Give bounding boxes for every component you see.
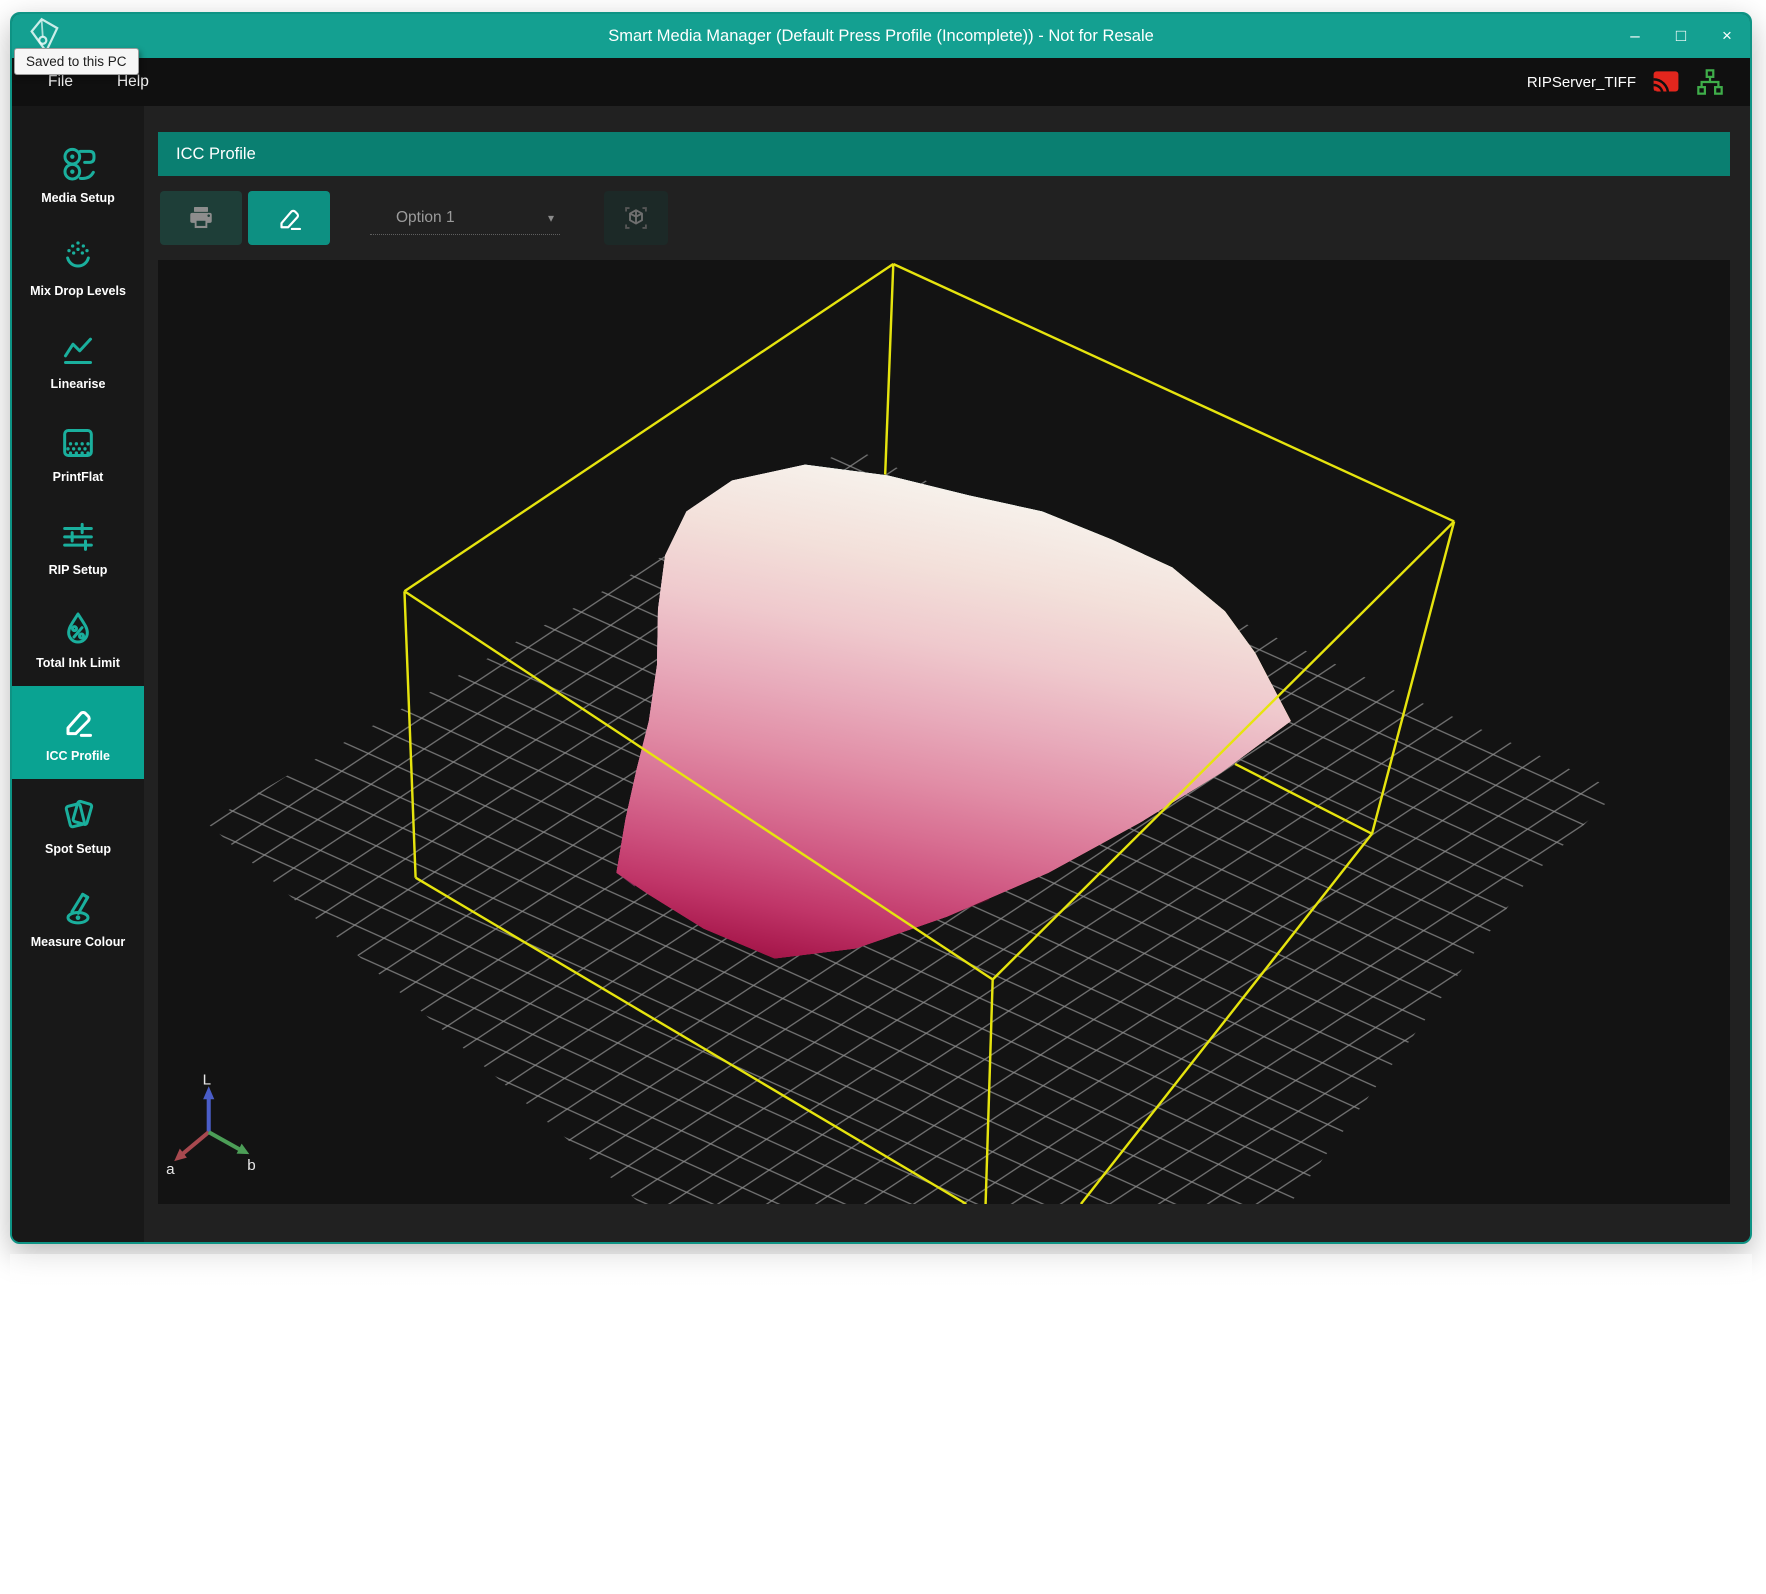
lab-cube-wireframe — [403, 1573, 1455, 1592]
media-setup-icon — [58, 144, 98, 184]
sidebar-item-rip-setup[interactable]: RIP Setup — [12, 500, 144, 593]
toolbar: Option 1 ▾ — [158, 190, 1730, 246]
main-area: Media Setup Mix Drop Levels — [10, 1535, 1752, 1592]
edit-profile-button[interactable] — [248, 191, 330, 245]
view-3d-button[interactable] — [604, 191, 668, 245]
sidebar-item-label: Spot Setup — [45, 842, 111, 856]
printer-icon — [187, 204, 215, 232]
menu-file[interactable]: File — [48, 73, 73, 91]
scene-background — [156, 1573, 1732, 1592]
printflat-icon — [58, 423, 98, 463]
gamut-3d-scene: L a b — [156, 1573, 1732, 1592]
axis-label-a: a — [166, 1161, 175, 1178]
spot-setup-icon — [58, 795, 98, 835]
sidebar-item-icc-profile[interactable]: ICC Profile — [12, 686, 144, 779]
saved-to-pc-tooltip: Saved to this PC — [14, 48, 139, 75]
sidebar-item-label: Total Ink Limit — [36, 656, 120, 670]
panel-header: ICC Profile — [158, 132, 1730, 176]
measure-colour-icon — [56, 1572, 96, 1592]
cast-icon[interactable] — [1651, 69, 1681, 95]
sidebar-item-label: Measure Colour — [29, 1551, 123, 1565]
sidebar-item-total-ink-limit[interactable]: Total Ink Limit — [12, 593, 144, 686]
window-title: Smart Media Manager (Default Press Profi… — [12, 27, 1750, 46]
sidebar-item-label: ICC Profile — [46, 749, 110, 763]
titlebar: Smart Media Manager (Default Press Profi… — [12, 14, 1750, 58]
gamut-3d-viewport: L a b — [156, 1573, 1732, 1592]
linearise-icon — [58, 330, 98, 370]
main-area: Media Setup Mix Drop Levels — [12, 106, 1750, 1242]
network-icon[interactable] — [1696, 68, 1724, 96]
icc-profile-icon — [58, 702, 98, 742]
total-ink-limit-icon — [58, 609, 98, 649]
mix-drop-levels-icon — [58, 237, 98, 277]
profile-option-select[interactable]: Option 1 ▾ — [370, 201, 560, 235]
sidebar-item-media-setup[interactable]: Media Setup — [12, 128, 144, 221]
eraser-icon — [274, 203, 304, 233]
cube-3d-icon — [621, 203, 651, 233]
chevron-down-icon: ▾ — [548, 211, 554, 225]
sidebar-item-label: Measure Colour — [31, 935, 125, 949]
app-window: Smart Media Manager (Default Press Profi… — [10, 1254, 1752, 1592]
sidebar-item-label: Mix Drop Levels — [30, 284, 126, 298]
gamut-3d-viewport[interactable]: L a b — [158, 260, 1730, 1204]
sidebar: Media Setup Mix Drop Levels — [12, 106, 144, 1242]
desktop-background: Smart Media Manager (Default Press Profi… — [0, 0, 1766, 1594]
app-window: Smart Media Manager (Default Press Profi… — [10, 12, 1752, 1244]
gamut-3d-scene: L a b — [158, 260, 1730, 1204]
axis-label-b: b — [247, 1157, 255, 1174]
floor-grid — [156, 1573, 1732, 1592]
server-status-area: RIPServer_TIFF — [1527, 68, 1724, 96]
content-area: ICC Profile — [144, 106, 1750, 1242]
print-button[interactable] — [160, 191, 242, 245]
page-title: ICC Profile — [176, 145, 256, 164]
server-name-label: RIPServer_TIFF — [1527, 74, 1636, 91]
rip-setup-icon — [58, 516, 98, 556]
sidebar: Media Setup Mix Drop Levels — [10, 1535, 142, 1592]
sidebar-item-mix-drop-levels[interactable]: Mix Drop Levels — [12, 221, 144, 314]
window-reflection: Smart Media Manager (Default Press Profi… — [10, 1254, 1752, 1592]
menu-help[interactable]: Help — [117, 73, 149, 91]
sidebar-item-measure-colour: Measure Colour — [10, 1535, 142, 1592]
content-area: ICC Profile — [142, 1535, 1752, 1592]
sidebar-item-spot-setup[interactable]: Spot Setup — [12, 779, 144, 872]
sidebar-item-label: Linearise — [51, 377, 106, 391]
sidebar-item-measure-colour[interactable]: Measure Colour — [12, 872, 144, 965]
sidebar-item-label: PrintFlat — [53, 470, 104, 484]
sidebar-item-label: RIP Setup — [49, 563, 108, 577]
measure-colour-icon — [58, 888, 98, 928]
reflection-fade-overlay — [10, 1254, 1752, 1592]
axis-label-l: L — [203, 1071, 211, 1088]
profile-option-value: Option 1 — [396, 209, 455, 227]
sidebar-item-printflat[interactable]: PrintFlat — [12, 407, 144, 500]
menubar: File Help RIPServer_TIFF — [12, 58, 1750, 106]
sidebar-item-label: Media Setup — [41, 191, 115, 205]
sidebar-item-linearise[interactable]: Linearise — [12, 314, 144, 407]
